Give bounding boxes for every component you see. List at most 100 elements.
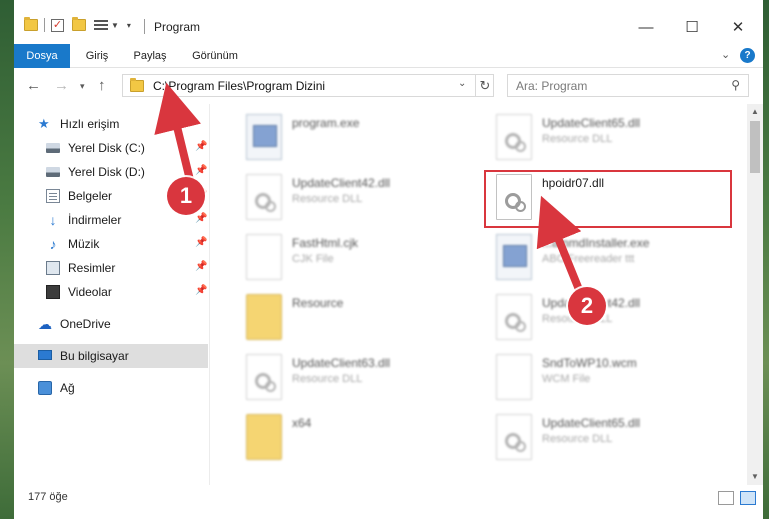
tab-giris[interactable]: Giriş bbox=[76, 44, 118, 68]
file-item[interactable]: x64 bbox=[246, 410, 476, 466]
nav-item-local-disk-c[interactable]: Yerel Disk (C:) 📌 bbox=[14, 136, 208, 160]
tab-gorunum[interactable]: Görünüm bbox=[184, 44, 246, 68]
status-bar: 177 öğe bbox=[14, 485, 763, 519]
file-item[interactable]: FastHtml.cjk CJK File bbox=[246, 230, 476, 286]
nav-quick-access[interactable]: ★ Hızlı erişim bbox=[14, 112, 208, 136]
dll-icon bbox=[496, 294, 532, 340]
tab-dosya[interactable]: Dosya bbox=[14, 44, 70, 68]
step-2-badge: 2 bbox=[568, 287, 606, 325]
file-icon bbox=[246, 234, 282, 280]
file-name: x64 bbox=[292, 416, 312, 430]
folder-icon[interactable] bbox=[24, 17, 38, 31]
title-separator bbox=[144, 19, 145, 34]
customize-toolbar-icon[interactable] bbox=[94, 19, 108, 31]
pin-icon[interactable]: 📌 bbox=[195, 213, 207, 224]
search-icon[interactable]: ⚲ bbox=[731, 78, 740, 92]
music-icon: ♪ bbox=[49, 236, 57, 252]
file-type: WCM File bbox=[542, 373, 591, 385]
nav-label: Belgeler bbox=[68, 189, 113, 203]
chevron-down-icon[interactable]: ▼ bbox=[111, 21, 119, 30]
maximize-button[interactable]: ☐ bbox=[669, 14, 715, 42]
vertical-scrollbar[interactable]: ▲ ▼ bbox=[747, 104, 763, 485]
pin-icon[interactable]: 📌 bbox=[195, 285, 207, 296]
nav-item-music[interactable]: ♪ Müzik 📌 bbox=[14, 232, 208, 256]
file-item[interactable]: Resource bbox=[246, 290, 476, 346]
file-item[interactable]: ...ammdInstaller.exe ABC Freereader ttt bbox=[496, 230, 726, 286]
pin-icon[interactable]: 📌 bbox=[195, 237, 207, 248]
nav-onedrive[interactable]: ☁ OneDrive bbox=[14, 312, 208, 336]
address-path[interactable]: C:\Program Files\Program Dizini bbox=[153, 79, 325, 93]
tab-paylas[interactable]: Paylaş bbox=[128, 44, 172, 68]
nav-label: Yerel Disk (D:) bbox=[68, 165, 145, 179]
nav-label: İndirmeler bbox=[68, 213, 122, 227]
back-arrow-icon[interactable]: ← bbox=[26, 77, 41, 94]
documents-icon bbox=[46, 189, 60, 203]
close-button[interactable]: ✕ bbox=[715, 14, 761, 42]
expand-ribbon-icon[interactable]: ⌄ bbox=[721, 48, 730, 61]
file-list: program.exe UpdateClient65.dll Resource … bbox=[210, 104, 747, 485]
nav-item-pictures[interactable]: Resimler 📌 bbox=[14, 256, 208, 280]
file-item[interactable]: UpdateClient42.dll Resource DLL bbox=[496, 290, 726, 346]
file-item[interactable]: UpdateClient65.dll Resource DLL bbox=[496, 410, 726, 466]
dll-icon bbox=[246, 174, 282, 220]
minimize-button[interactable]: — bbox=[623, 14, 669, 42]
file-name: SndToWP10.wcm bbox=[542, 356, 637, 370]
item-count: 177 öğe bbox=[28, 491, 68, 503]
ribbon-tabs: Dosya Giriş Paylaş Görünüm ⌄ ? bbox=[14, 44, 763, 68]
file-name: ...ammdInstaller.exe bbox=[542, 236, 650, 250]
videos-icon bbox=[46, 285, 60, 299]
drive-icon bbox=[46, 167, 60, 177]
pin-icon[interactable]: 📌 bbox=[195, 165, 207, 176]
folder-icon bbox=[246, 294, 282, 340]
search-input[interactable]: Ara: Program ⚲ bbox=[507, 74, 749, 97]
nav-network[interactable]: Ağ bbox=[14, 376, 208, 400]
details-view-icon[interactable] bbox=[718, 491, 734, 505]
folder-icon bbox=[246, 414, 282, 460]
navigation-bar: ← → ▾ ↑ C:\Program Files\Program Dizini … bbox=[14, 68, 763, 104]
refresh-icon[interactable]: ↻ bbox=[475, 75, 494, 96]
nav-item-videos[interactable]: Videolar 📌 bbox=[14, 280, 208, 304]
pin-icon[interactable]: 📌 bbox=[195, 141, 207, 152]
nav-label: Resimler bbox=[68, 261, 116, 275]
step-1-badge: 1 bbox=[167, 177, 205, 215]
nav-label: Videolar bbox=[68, 285, 112, 299]
file-name: UpdateClient42.dll bbox=[292, 176, 391, 190]
exe-icon bbox=[246, 114, 282, 160]
nav-label: Ağ bbox=[60, 381, 75, 395]
forward-arrow-icon[interactable]: → bbox=[54, 77, 69, 94]
scroll-thumb[interactable] bbox=[750, 121, 760, 173]
help-icon[interactable]: ? bbox=[740, 48, 755, 63]
properties-check-icon[interactable]: ✓ bbox=[51, 18, 64, 32]
explorer-window: ✓ ▼ ▾ Program — ☐ ✕ Dosya Giriş Paylaş G… bbox=[14, 0, 763, 519]
toolbar-dropdown-icon[interactable]: ▾ bbox=[127, 21, 131, 30]
pin-icon[interactable]: 📌 bbox=[195, 261, 207, 272]
chevron-down-icon[interactable]: ⌄ bbox=[458, 78, 466, 89]
highlight-box bbox=[484, 170, 732, 228]
new-folder-icon[interactable] bbox=[72, 17, 86, 31]
scroll-up-icon[interactable]: ▲ bbox=[747, 104, 763, 120]
recent-locations-icon[interactable]: ▾ bbox=[80, 81, 85, 92]
file-name: FastHtml.cjk bbox=[292, 236, 358, 250]
file-name: UpdateClient63.dll bbox=[292, 356, 391, 370]
file-item[interactable]: program.exe bbox=[246, 110, 476, 166]
dll-icon bbox=[496, 114, 532, 160]
file-icon bbox=[496, 354, 532, 400]
file-item[interactable]: UpdateClient63.dll Resource DLL bbox=[246, 350, 476, 406]
nav-label: Hızlı erişim bbox=[60, 117, 120, 131]
file-type: Resource DLL bbox=[542, 133, 613, 145]
nav-label: OneDrive bbox=[60, 317, 111, 331]
file-item[interactable]: UpdateClient65.dll Resource DLL bbox=[496, 110, 726, 166]
dll-icon bbox=[246, 354, 282, 400]
scroll-down-icon[interactable]: ▼ bbox=[747, 469, 763, 485]
nav-this-pc[interactable]: Bu bilgisayar bbox=[14, 344, 208, 368]
address-bar[interactable]: C:\Program Files\Program Dizini ⌄ ↻ bbox=[122, 74, 494, 97]
computer-icon bbox=[38, 350, 52, 360]
file-item[interactable]: UpdateClient42.dll Resource DLL bbox=[246, 170, 476, 226]
file-type: ABC Freereader ttt bbox=[542, 253, 635, 265]
up-arrow-icon[interactable]: ↑ bbox=[98, 77, 106, 94]
desktop-background-right bbox=[763, 0, 769, 519]
file-name: UpdateClient65.dll bbox=[542, 116, 641, 130]
navigation-pane: ★ Hızlı erişim Yerel Disk (C:) 📌 Yerel D… bbox=[14, 104, 210, 485]
large-icons-view-icon[interactable] bbox=[740, 491, 756, 505]
file-item[interactable]: SndToWP10.wcm WCM File bbox=[496, 350, 726, 406]
